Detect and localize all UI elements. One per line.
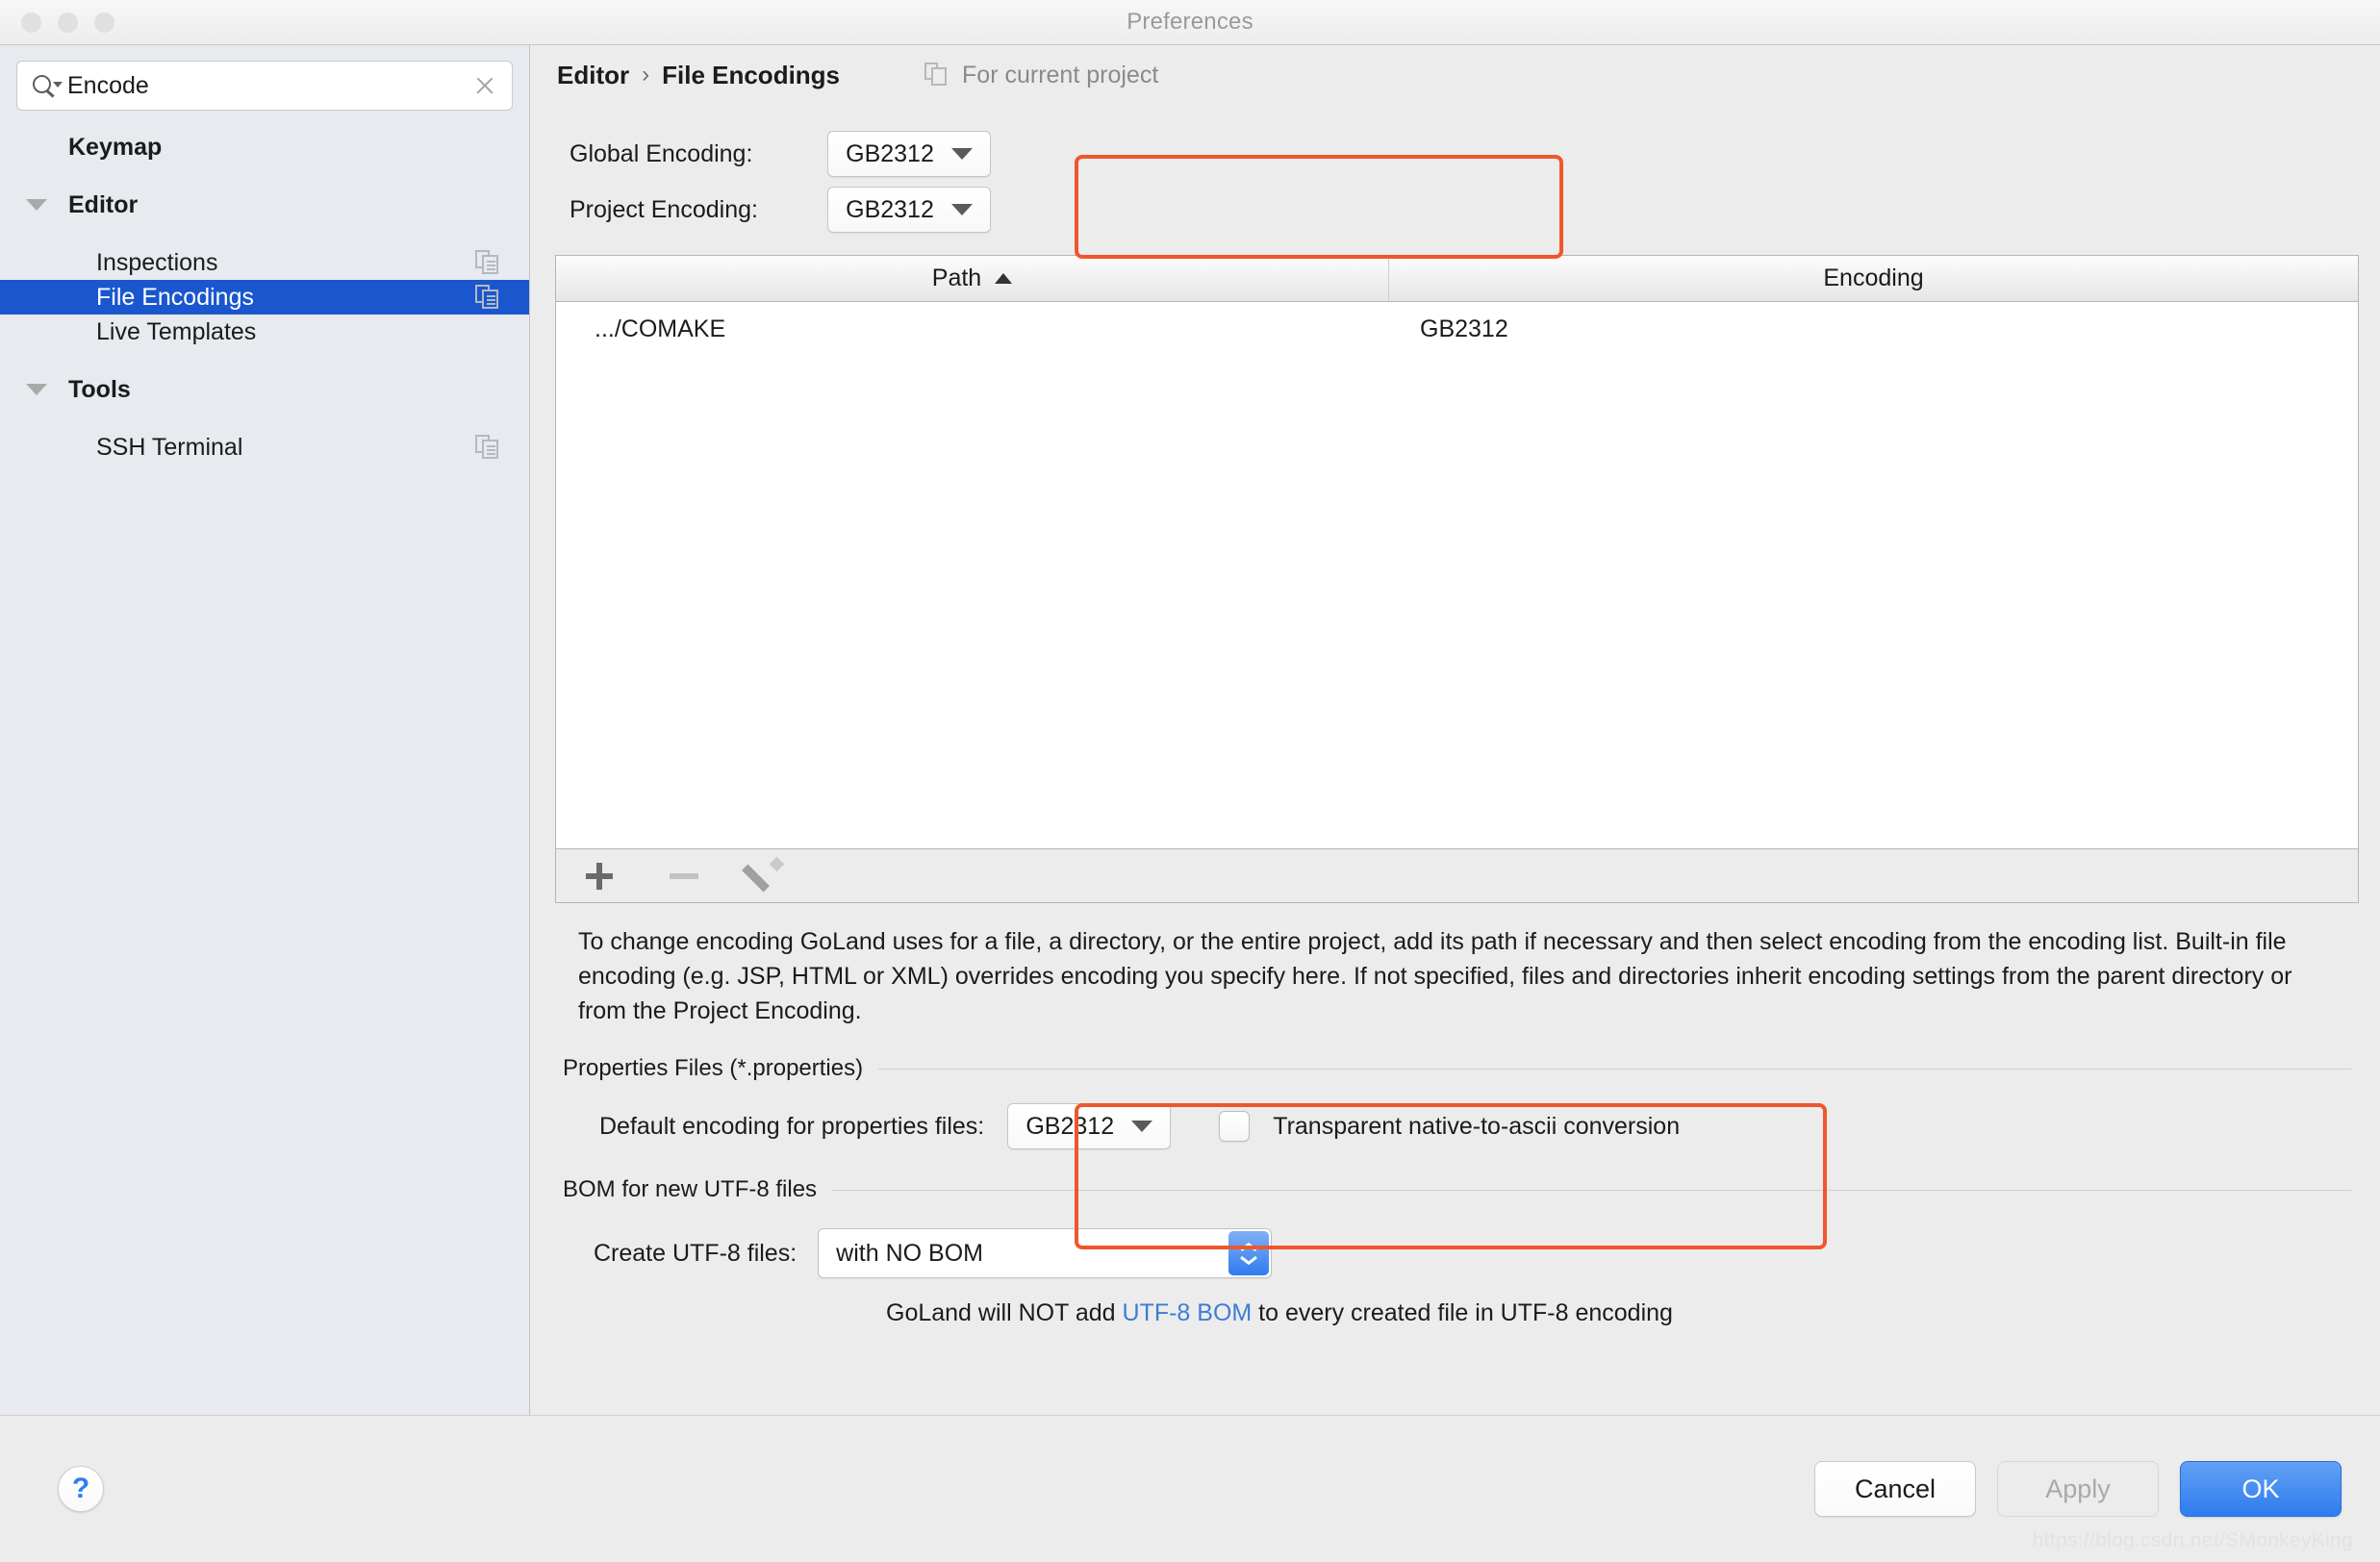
- sidebar-item-editor[interactable]: Editor: [0, 188, 529, 222]
- watermark: https://blog.csdn.net/SMonkeyKing: [2032, 1529, 2353, 1551]
- description-text: To change encoding GoLand uses for a fil…: [578, 928, 2292, 1024]
- create-utf8-label: Create UTF-8 files:: [594, 1239, 798, 1267]
- add-path-button[interactable]: [579, 856, 620, 896]
- settings-content: Editor › File Encodings For current proj…: [530, 45, 2380, 1415]
- project-encoding-value: GB2312: [846, 195, 934, 223]
- transparent-conversion-row: Transparent native-to-ascii conversion: [1219, 1111, 1680, 1142]
- for-current-project-badge: For current project: [924, 62, 1158, 89]
- sidebar-item-label: Live Templates: [96, 317, 257, 345]
- chevron-down-icon: [950, 204, 973, 215]
- project-encoding-row: Project Encoding: GB2312: [570, 182, 2359, 238]
- settings-tree: Keymap Editor Inspections File Encodings: [0, 130, 529, 465]
- copy-settings-icon[interactable]: [475, 285, 500, 310]
- stepper-icon[interactable]: [1228, 1231, 1270, 1275]
- table-row[interactable]: .../COMAKE GB2312: [556, 302, 2358, 356]
- chevron-down-icon[interactable]: [26, 384, 47, 395]
- sidebar-item-label: Tools: [68, 375, 131, 403]
- utf8-bom-link[interactable]: UTF-8 BOM: [1123, 1299, 1253, 1326]
- properties-encoding-row: Default encoding for properties files: G…: [563, 1103, 2351, 1149]
- help-button[interactable]: ?: [58, 1466, 104, 1512]
- chevron-down-icon: [1131, 1121, 1153, 1132]
- cell-path: .../COMAKE: [595, 315, 726, 342]
- sidebar-item-ssh-terminal[interactable]: SSH Terminal: [0, 430, 529, 465]
- sidebar-item-label: SSH Terminal: [96, 433, 243, 461]
- group-divider: [878, 1068, 2351, 1070]
- table-header: Path Encoding: [556, 256, 2358, 302]
- chevron-down-icon: [1240, 1256, 1257, 1265]
- edit-path-button[interactable]: [742, 856, 789, 896]
- chevron-down-icon: [950, 148, 973, 160]
- column-header-path[interactable]: Path: [556, 256, 1389, 301]
- bom-group-title: BOM for new UTF-8 files: [563, 1176, 2351, 1203]
- sidebar-item-inspections[interactable]: Inspections: [0, 245, 529, 280]
- column-header-encoding-label: Encoding: [1823, 265, 1924, 291]
- clear-search-icon[interactable]: [471, 72, 498, 99]
- sort-ascending-icon: [995, 273, 1013, 284]
- bom-note: GoLand will NOT add UTF-8 BOM to every c…: [563, 1299, 2351, 1327]
- remove-path-button[interactable]: [664, 856, 704, 896]
- global-encoding-row: Global Encoding: GB2312: [570, 126, 2359, 182]
- sidebar-item-keymap[interactable]: Keymap: [0, 130, 529, 164]
- transparent-conversion-checkbox[interactable]: [1219, 1111, 1251, 1142]
- search-input[interactable]: Encode: [67, 72, 149, 100]
- copy-settings-icon[interactable]: [475, 435, 500, 460]
- column-header-path-label: Path: [931, 265, 982, 291]
- global-encoding-dropdown[interactable]: GB2312: [827, 131, 991, 177]
- page-title: File Encodings: [662, 60, 841, 89]
- sidebar-item-label: Keymap: [68, 133, 163, 161]
- create-utf8-select[interactable]: with NO BOM: [818, 1228, 1273, 1278]
- bom-group: BOM for new UTF-8 files Create UTF-8 fil…: [555, 1176, 2359, 1327]
- for-current-project-label: For current project: [962, 61, 1159, 88]
- copy-settings-icon[interactable]: [475, 250, 500, 275]
- sidebar-item-label: Editor: [68, 190, 139, 218]
- create-utf8-value: with NO BOM: [836, 1239, 983, 1267]
- sidebar-item-tools[interactable]: Tools: [0, 372, 529, 407]
- chevron-up-icon: [1240, 1243, 1257, 1251]
- window-body: Encode Keymap Editor Inspections File En…: [0, 45, 2380, 1415]
- search-box[interactable]: Encode: [16, 61, 513, 111]
- properties-group-title-label: Properties Files (*.properties): [563, 1055, 864, 1081]
- search-area: Encode: [0, 45, 529, 111]
- column-header-encoding[interactable]: Encoding: [1389, 256, 2358, 301]
- apply-button: Apply: [1997, 1461, 2159, 1517]
- properties-group-title: Properties Files (*.properties): [563, 1055, 2351, 1082]
- breadcrumb-parent[interactable]: Editor: [557, 61, 629, 90]
- global-encoding-value: GB2312: [846, 139, 934, 167]
- encodings-table: Path Encoding .../COMAKE GB2312: [555, 255, 2359, 849]
- preferences-window: Preferences Encode Keymap Editor Inspect…: [0, 0, 2380, 1562]
- dialog-footer: ? Cancel Apply OK https://blog.csdn.net/…: [0, 1415, 2380, 1562]
- copy-settings-icon: [924, 63, 949, 88]
- project-encoding-dropdown[interactable]: GB2312: [827, 187, 991, 233]
- bom-note-suffix: to every created file in UTF-8 encoding: [1252, 1299, 1673, 1326]
- footer-buttons: Cancel Apply OK: [1814, 1461, 2342, 1517]
- chevron-down-icon[interactable]: [26, 199, 47, 211]
- bom-group-title-label: BOM for new UTF-8 files: [563, 1176, 818, 1202]
- sidebar-item-live-templates[interactable]: Live Templates: [0, 315, 529, 349]
- settings-sidebar: Encode Keymap Editor Inspections File En…: [0, 45, 530, 1415]
- project-encoding-label: Project Encoding:: [570, 195, 758, 223]
- sidebar-item-label: File Encodings: [96, 283, 254, 311]
- window-title: Preferences: [1127, 9, 1253, 35]
- bom-note-prefix: GoLand will NOT add: [886, 1299, 1123, 1326]
- global-encoding-label: Global Encoding:: [570, 139, 753, 167]
- title-bar: Preferences: [0, 0, 2380, 45]
- breadcrumb: Editor › File Encodings For current proj…: [555, 45, 2359, 105]
- transparent-conversion-label: Transparent native-to-ascii conversion: [1273, 1112, 1681, 1140]
- breadcrumb-separator: ›: [642, 62, 650, 88]
- ok-button[interactable]: OK: [2180, 1461, 2342, 1517]
- encoding-settings: Global Encoding: GB2312 Project Encoding…: [555, 105, 2359, 238]
- cancel-button[interactable]: Cancel: [1814, 1461, 1976, 1517]
- cell-encoding[interactable]: GB2312: [1389, 315, 2358, 343]
- create-utf8-row: Create UTF-8 files: with NO BOM: [563, 1228, 2351, 1278]
- search-icon: [33, 73, 63, 98]
- sidebar-item-label: Inspections: [96, 248, 218, 276]
- default-properties-encoding-value: GB2312: [1025, 1112, 1115, 1140]
- table-toolbar: [555, 849, 2359, 903]
- default-properties-encoding-label: Default encoding for properties files:: [599, 1112, 985, 1140]
- sidebar-item-file-encodings[interactable]: File Encodings: [0, 280, 529, 315]
- default-properties-encoding-dropdown[interactable]: GB2312: [1007, 1103, 1172, 1149]
- properties-files-group: Properties Files (*.properties) Default …: [555, 1055, 2359, 1149]
- group-divider: [832, 1189, 2351, 1191]
